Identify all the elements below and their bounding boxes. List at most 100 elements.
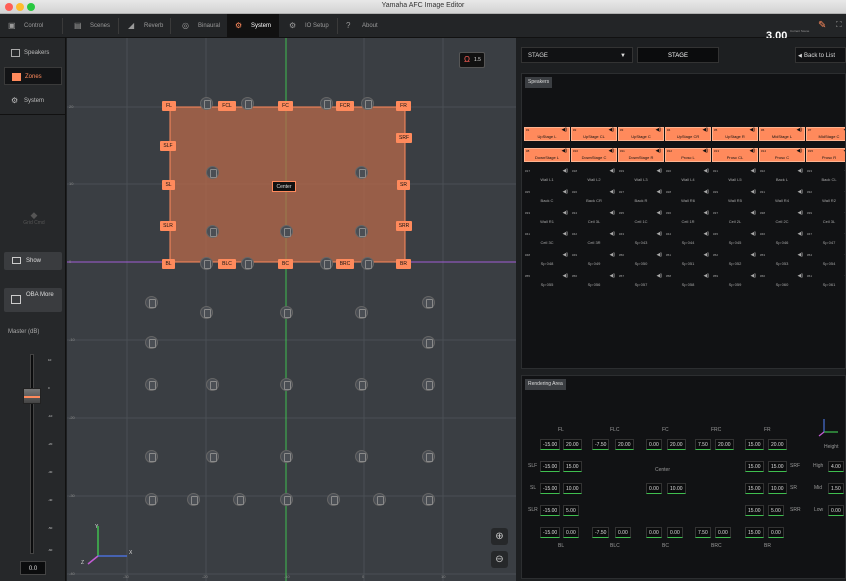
speaker-cell[interactable]: #25 ◀) Back C [524, 190, 570, 204]
oba-more-button[interactable]: OBA More [4, 288, 62, 312]
speaker-cell[interactable]: #14 ◀) Prosc C [759, 148, 805, 162]
speaker-cell[interactable]: #13 ◀) Prosc CL [712, 148, 758, 162]
master-value[interactable]: 0.0 [20, 561, 46, 575]
render-flc-x[interactable]: -7.50 [592, 439, 610, 450]
speaker-cell[interactable]: #21 ◀) Wall L5 [712, 169, 758, 183]
speaker-cell[interactable]: #35 ◀) Ceil 1C [618, 211, 664, 225]
tab-system[interactable]: ⚙ System [227, 14, 279, 38]
render-brc-x[interactable]: 7.50 [695, 527, 711, 538]
render-frc-y[interactable]: 20.00 [715, 439, 734, 450]
speaker-cell[interactable]: #43 ◀) Sp 043 [618, 232, 664, 246]
speaker-cell[interactable]: #11 ◀) DownStage R [618, 148, 664, 162]
speaker-marker[interactable] [145, 296, 158, 309]
speaker-cell[interactable]: #3 ◀) UpStage C [618, 127, 664, 141]
sidebar-item-speakers[interactable]: Speakers [4, 44, 62, 62]
speaker-cell[interactable]: #19 ◀) Wall L3 [618, 169, 664, 183]
zone-point-srr[interactable]: SRR [396, 221, 412, 231]
speaker-cell[interactable]: #5 ◀) UpStage R [712, 127, 758, 141]
zone-badge[interactable]: Ω 1.5 [459, 52, 485, 68]
render-sl-x[interactable]: -15.00 [540, 483, 561, 494]
render-fc-x[interactable]: 0.00 [646, 439, 662, 450]
zoom-in-button[interactable]: ⊕ [491, 528, 508, 545]
fullscreen-icon[interactable]: ⛶ [836, 20, 842, 30]
tab-reverb[interactable]: ◢ Reverb [120, 14, 168, 38]
speaker-marker[interactable] [355, 450, 368, 463]
speaker-marker[interactable] [355, 306, 368, 319]
speaker-cell[interactable]: #6 ◀) MidStage L [759, 127, 805, 141]
speaker-cell[interactable]: #55 ◀) Sp 055 [524, 274, 570, 288]
speaker-marker[interactable] [206, 378, 219, 391]
pencil-icon[interactable]: ✎ [818, 20, 826, 31]
speaker-marker[interactable] [422, 378, 435, 391]
speaker-cell[interactable]: #1 ◀) UpStage L [524, 127, 570, 141]
render-fc-y[interactable]: 20.00 [667, 439, 686, 450]
zoom-out-button[interactable]: ⊖ [491, 551, 508, 568]
speaker-marker[interactable] [200, 97, 213, 110]
zone-point-bc[interactable]: BC [278, 259, 293, 269]
zone-canvas[interactable]: Ω 1.5 FL FCL FC FCR FR SLF SRF SL SR SLR… [67, 38, 516, 581]
render-srr-y[interactable]: 5.00 [768, 505, 784, 516]
speaker-cell[interactable]: #38 ◀) Ceil 2C [759, 211, 805, 225]
speaker-cell[interactable]: #41 ◀) Ceil 3C [524, 232, 570, 246]
speaker-cell[interactable]: #49 ◀) Sp 049 [571, 253, 617, 267]
speaker-cell[interactable]: #8 ◀) DownStage L [524, 148, 570, 162]
speaker-cell[interactable]: #32◀)Wall R2 [806, 190, 845, 204]
speaker-marker[interactable] [200, 257, 213, 270]
speaker-cell[interactable]: #15◀)Prosc R [806, 148, 845, 162]
speaker-cell[interactable]: #37 ◀) Ceil 2L [712, 211, 758, 225]
render-flc-y[interactable]: 20.00 [615, 439, 634, 450]
render-sl-y[interactable]: 10.00 [563, 483, 582, 494]
speaker-cell[interactable]: #39◀)Ceil 3L [806, 211, 845, 225]
speaker-marker[interactable] [145, 493, 158, 506]
render-fl-x[interactable]: -15.00 [540, 439, 561, 450]
speaker-cell[interactable]: #61◀)Sp 061 [806, 274, 845, 288]
speaker-marker[interactable] [206, 166, 219, 179]
speaker-marker[interactable] [241, 97, 254, 110]
stage-select[interactable]: STAGE ▼ [521, 47, 633, 63]
height-high-value[interactable]: 4.00 [828, 461, 844, 472]
zone-point-blc[interactable]: BLC [218, 259, 236, 269]
render-br-x[interactable]: 15.00 [745, 527, 764, 538]
render-slr-x[interactable]: -15.00 [540, 505, 561, 516]
speaker-marker[interactable] [145, 336, 158, 349]
render-brc-y[interactable]: 0.00 [715, 527, 731, 538]
speaker-marker[interactable] [187, 493, 200, 506]
render-center-x[interactable]: 0.00 [646, 483, 662, 494]
speaker-cell[interactable]: #42 ◀) Ceil 3R [571, 232, 617, 246]
zone-point-sl[interactable]: SL [162, 180, 175, 190]
zone-point-slf[interactable]: SLF [160, 141, 176, 151]
render-fr-y[interactable]: 20.00 [768, 439, 787, 450]
render-bl-x[interactable]: -15.00 [540, 527, 561, 538]
back-to-list-button[interactable]: ◀ Back to List [795, 47, 846, 63]
tab-about[interactable]: ? About [338, 14, 386, 38]
speaker-cell[interactable]: #59 ◀) Sp 059 [712, 274, 758, 288]
speaker-cell[interactable]: #22 ◀) Back L [759, 169, 805, 183]
zone-point-br[interactable]: BR [396, 259, 411, 269]
speaker-marker[interactable] [373, 493, 386, 506]
render-srf-y[interactable]: 15.00 [768, 461, 787, 472]
speaker-marker[interactable] [355, 225, 368, 238]
speaker-marker[interactable] [145, 378, 158, 391]
render-slf-x[interactable]: -15.00 [540, 461, 561, 472]
speaker-cell[interactable]: #33 ◀) Wall R1 [524, 211, 570, 225]
speaker-cell[interactable]: #26 ◀) Back CR [571, 190, 617, 204]
render-slr-y[interactable]: 5.00 [563, 505, 579, 516]
speaker-cell[interactable]: #56 ◀) Sp 056 [571, 274, 617, 288]
speaker-cell[interactable]: #46 ◀) Sp 046 [759, 232, 805, 246]
render-blc-x[interactable]: -7.50 [592, 527, 610, 538]
speaker-cell[interactable]: #29 ◀) Wall R5 [712, 190, 758, 204]
render-srr-x[interactable]: 15.00 [745, 505, 764, 516]
master-fader[interactable] [30, 354, 34, 554]
speaker-cell[interactable]: #18 ◀) Wall L2 [571, 169, 617, 183]
render-bc-y[interactable]: 0.00 [667, 527, 683, 538]
show-button[interactable]: Show [4, 252, 62, 270]
speaker-marker[interactable] [361, 257, 374, 270]
speaker-cell[interactable]: #28 ◀) Wall R6 [665, 190, 711, 204]
speaker-marker[interactable] [422, 450, 435, 463]
speaker-cell[interactable]: #53 ◀) Sp 053 [759, 253, 805, 267]
speaker-marker[interactable] [206, 225, 219, 238]
zone-point-fc[interactable]: FC [278, 101, 293, 111]
render-frc-x[interactable]: 7.50 [695, 439, 711, 450]
speaker-marker[interactable] [280, 450, 293, 463]
speaker-cell[interactable]: #57 ◀) Sp 057 [618, 274, 664, 288]
